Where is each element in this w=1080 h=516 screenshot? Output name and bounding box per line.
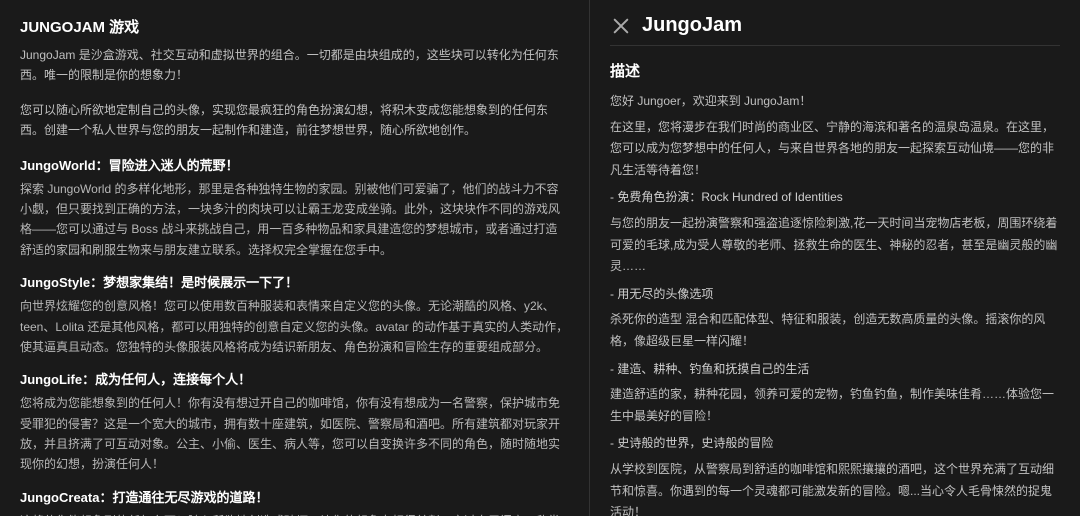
left-intro: JungoJam 是沙盒游戏、社交互动和虚拟世界的组合。一切都是由块组成的，这些…: [20, 45, 569, 86]
section-content: 向世界炫耀您的创意风格！您可以使用数百种服装和表情来自定义您的头像。无论潮酷的风…: [20, 296, 569, 357]
section-title: JungoWorld：冒险进入迷人的荒野！: [20, 155, 569, 174]
desc-line: 您好 Jungoer，欢迎来到 JungoJam！: [610, 91, 1060, 113]
section-title: JungoCreata：打造通往无尽游戏的道路！: [20, 487, 569, 506]
desc-line: 杀死你的造型 混合和匹配体型、特征和服装，创造无数高质量的头像。摇滚你的风格，像…: [610, 309, 1060, 352]
section-content: 探索 JungoWorld 的多样化地形，那里是各种独特生物的家园。别被他们可爱…: [20, 179, 569, 261]
right-title: JungoJam: [642, 14, 742, 37]
left-panel: JUNGOJAM 游戏 JungoJam 是沙盒游戏、社交互动和虚拟世界的组合。…: [0, 0, 590, 516]
section-content: 这将使你能想象到的任何东西！随心所欲地创造或破坏，让您的想象力相得益彰。穿过鸟居…: [20, 511, 569, 516]
desc-line: - 免费角色扮演：Rock Hundred of Identities: [610, 187, 1060, 209]
desc-line: - 用无尽的头像选项: [610, 284, 1060, 306]
desc-line: - 建造、耕种、钓鱼和抚摸自己的生活: [610, 359, 1060, 381]
section-title: JungoStyle：梦想家集结！是时候展示一下了！: [20, 272, 569, 291]
desc-line: 在这里，您将漫步在我们时尚的商业区、宁静的海滨和著名的温泉岛温泉。在这里，您可以…: [610, 117, 1060, 182]
section-content: 您将成为您能想象到的任何人！你有没有想过开自己的咖啡馆，你有没有想成为一名警察，…: [20, 393, 569, 475]
close-button[interactable]: [610, 15, 632, 37]
desc-line: 与您的朋友一起扮演警察和强盗追逐惊险刺激,花一天时间当宠物店老板，周围环绕着可爱…: [610, 213, 1060, 278]
right-panel: JungoJam 描述 您好 Jungoer，欢迎来到 JungoJam！ 在这里…: [590, 0, 1080, 516]
right-description: 您好 Jungoer，欢迎来到 JungoJam！ 在这里，您将漫步在我们时尚的商…: [610, 91, 1060, 516]
desc-line: - 史诗般的世界，史诗般的冒险: [610, 433, 1060, 455]
left-title: JUNGOJAM 游戏: [20, 16, 569, 37]
desc-line: 从学校到医院，从警察局到舒适的咖啡馆和熙熙攘攘的酒吧，这个世界充满了互动细节和惊…: [610, 459, 1060, 516]
desc-label: 描述: [610, 60, 1060, 81]
desc-line: 建造舒适的家，耕种花园，领养可爱的宠物，钓鱼钓鱼，制作美味佳肴……体验您一生中最…: [610, 384, 1060, 427]
left-intro2: 您可以随心所欲地定制自己的头像，实现您最疯狂的角色扮演幻想，将积木变成您能想象到…: [20, 100, 569, 141]
section-title: JungoLife：成为任何人，连接每个人！: [20, 369, 569, 388]
right-header: JungoJam: [610, 14, 1060, 46]
